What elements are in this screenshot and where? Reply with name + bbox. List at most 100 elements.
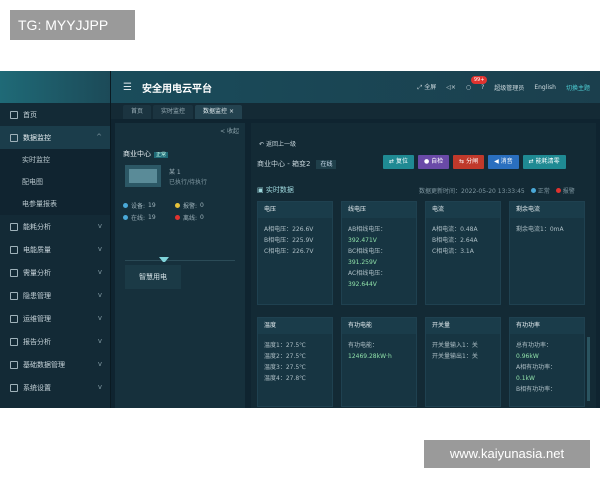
site-title: 商业中心 正常 (123, 149, 169, 159)
card-line: A相有功功率： (516, 364, 557, 371)
reset-button[interactable]: ⇄ 复位 (383, 155, 414, 169)
data-card: 有功电能 有功电能： 12469.28kW·h (341, 317, 417, 407)
sidebar-item[interactable]: 报告分析 v (0, 330, 110, 353)
status-badge: 正常 (154, 152, 169, 158)
stat-online: 在线: 19 (123, 213, 156, 222)
sidebar-logo (0, 71, 110, 103)
site-name: 商业中心 (123, 150, 151, 158)
sidebar-subitem[interactable]: 电参量报表 (0, 193, 110, 215)
legend-label: 正常 (537, 188, 550, 195)
chevron-icon: v (97, 268, 102, 276)
language-switch[interactable]: English (534, 84, 556, 91)
detail-panel: ↶ 返回上一级 商业中心 - 箱变2 在线 ⇄ 复位 ● 自检 ⇆ 分闸 ◀ 消音… (251, 123, 596, 408)
card-title: 电流 (426, 202, 500, 218)
site-desc: 已执行/待执行 (169, 179, 208, 186)
sidebar-item[interactable]: 隐患管理 v (0, 284, 110, 307)
theme-switch[interactable]: 切换主题 (566, 83, 590, 92)
back-link[interactable]: ↶ 返回上一级 (259, 139, 296, 148)
card-line: B相有功功率： (516, 386, 557, 393)
online-badge: 在线 (316, 160, 337, 169)
sidebar-item[interactable]: 能耗分析 v (0, 215, 110, 238)
menu-icon[interactable]: ☰ (123, 82, 132, 93)
sidebar-item[interactable]: 数据监控 ^ (0, 126, 110, 149)
sidebar-item-label: 系统设置 (23, 383, 51, 392)
watermark-bottom-right: www.kaiyunasia.net (424, 440, 590, 468)
user-name[interactable]: 超级管理员 (494, 83, 524, 92)
sidebar-item-label: 数据监控 (23, 133, 51, 142)
card-line: AC相线电压： (348, 270, 387, 277)
sidebar-item-label: 隐患管理 (23, 291, 51, 300)
breadcrumb: 商业中心 - 箱变2 在线 (257, 159, 337, 169)
sidebar-subitem[interactable]: 实时监控 (0, 149, 110, 171)
stat-dot (123, 203, 128, 208)
caret-down-icon (159, 257, 169, 263)
sidebar-item[interactable]: 基础数据管理 v (0, 353, 110, 376)
sidebar-item-label: 运维管理 (23, 314, 51, 323)
scrollbar[interactable] (587, 337, 590, 401)
breadcrumb-text: 商业中心 - 箱变2 (257, 160, 311, 168)
close-icon[interactable]: × (229, 108, 234, 115)
button-label: 自检 (431, 158, 444, 165)
card-title: 有功电能 (342, 318, 416, 334)
menu-item-icon (10, 291, 18, 300)
stat-label: 在线: (131, 215, 146, 222)
tab-data-monitor-label: 数据监控 (203, 108, 228, 115)
button-label: 复位 (395, 158, 408, 165)
divider (125, 260, 235, 261)
card-line: 开关量输出1：关 (432, 353, 478, 360)
volume-icon[interactable]: ◁× (446, 84, 456, 91)
collapse-button[interactable]: < 收起 (220, 126, 239, 135)
stat-label: 离线: (183, 215, 198, 222)
main-content: < 收起 商业中心 正常 某 1 已执行/待执行 设备: 19 报警: 0 在线: 19… (111, 119, 600, 408)
card-title: 温度 (258, 318, 332, 334)
app-title: 安全用电云平台 (141, 83, 212, 95)
notification-badge: 99+ (470, 75, 488, 84)
card-line: C相电流：3.1A (432, 248, 474, 255)
selftest-button[interactable]: ● 自检 (417, 155, 450, 169)
menu-item-icon (10, 133, 18, 142)
menu-item-icon (10, 337, 18, 346)
tab-data-monitor[interactable]: 数据监控 × (195, 105, 242, 119)
card-title: 电压 (258, 202, 332, 218)
trip-button[interactable]: ⇆ 分闸 (453, 155, 485, 169)
card-line: 总有功功率： (516, 342, 553, 349)
sidebar-item-label: 基础数据管理 (23, 360, 65, 369)
data-card: 电流 A相电流：0.48A B相电流：2.64A C相电流：3.1A (425, 201, 501, 305)
menu-item-icon (10, 245, 18, 254)
app-window: 首页 数据监控 ^ 实时监控 配电图 电参量报表 能耗分析 v 电能质量 v 需量分析 v 隐患管理 v 运… (0, 71, 600, 408)
sidebar-item[interactable]: 运维管理 v (0, 307, 110, 330)
card-line: A相电压：226.6V (264, 226, 314, 233)
realtime-meta: 数据更新时间：2022-05-20 13:33:45 正常 报警 (419, 186, 575, 195)
action-buttons: ⇄ 复位 ● 自检 ⇆ 分闸 ◀ 消音 ⇄ 能耗清零 (383, 155, 566, 169)
menu-item-icon (10, 360, 18, 369)
tab-bar: 首页 实时监控 数据监控 × (111, 103, 600, 119)
data-card: 线电压 AB相线电压： 392.471V BC相线电压： 391.259V AC相线电压：… (341, 201, 417, 305)
mute-button[interactable]: ◀ 消音 (488, 155, 519, 169)
sidebar-item[interactable]: 首页 (0, 103, 110, 126)
clear-energy-button[interactable]: ⇄ 能耗清零 (522, 155, 566, 169)
legend-label: 报警 (562, 188, 575, 195)
building-shape (129, 169, 157, 183)
bell-icon[interactable]: ○ 99+ (466, 75, 488, 91)
sidebar-list: 首页 数据监控 ^ 实时监控 配电图 电参量报表 能耗分析 v 电能质量 v 需量分析 v 隐患管理 v 运… (0, 103, 110, 399)
sidebar-item[interactable]: 需量分析 v (0, 261, 110, 284)
tab-home[interactable]: 首页 (123, 105, 152, 119)
sidebar-item[interactable]: 电能质量 v (0, 238, 110, 261)
card-line: 温度4：27.8℃ (264, 375, 306, 382)
card-line: B相电流：2.64A (432, 237, 478, 244)
stat-label: 报警: (183, 203, 198, 210)
stat-dot (123, 215, 128, 220)
help-icon[interactable]: ? (481, 84, 484, 91)
legend-dot (530, 188, 536, 193)
card-line: 温度1：27.5℃ (264, 342, 306, 349)
smart-power-button[interactable]: 智慧用电 (125, 265, 181, 289)
sidebar-item-label: 能耗分析 (23, 222, 51, 231)
fullscreen-button[interactable]: ⤢ 全屏 (417, 82, 436, 92)
menu-item-icon (10, 222, 18, 231)
button-label: 消音 (500, 158, 513, 165)
stat-alarms: 报警: 0 (175, 201, 204, 210)
sidebar-subitem[interactable]: 配电图 (0, 171, 110, 193)
sidebar-item[interactable]: 系统设置 v (0, 376, 110, 399)
chevron-icon: v (97, 337, 102, 345)
tab-realtime[interactable]: 实时监控 (153, 105, 194, 119)
